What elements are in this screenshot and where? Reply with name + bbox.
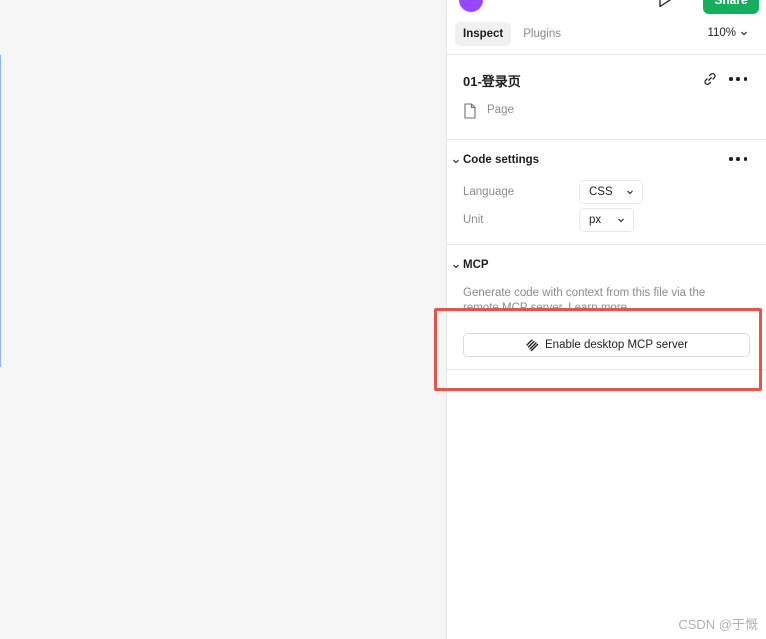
more-icon[interactable] bbox=[729, 152, 747, 166]
top-bar: Share bbox=[447, 0, 766, 14]
zoom-dropdown[interactable]: 110% bbox=[707, 27, 748, 39]
link-icon[interactable] bbox=[702, 71, 718, 87]
panel-tabs: Inspect Plugins bbox=[455, 22, 569, 46]
enable-mcp-server-label: Enable desktop MCP server bbox=[545, 339, 688, 351]
section-title-code-settings[interactable]: Code settings bbox=[463, 154, 539, 166]
chevron-down-icon bbox=[627, 190, 633, 195]
language-value: CSS bbox=[589, 186, 613, 198]
divider bbox=[447, 369, 766, 370]
watermark: CSDN @于慨 bbox=[678, 617, 758, 632]
unit-select[interactable]: px bbox=[579, 208, 634, 232]
avatar[interactable] bbox=[459, 0, 483, 12]
chevron-down-icon bbox=[741, 31, 747, 36]
tab-inspect[interactable]: Inspect bbox=[455, 22, 512, 46]
section-title-mcp[interactable]: MCP bbox=[463, 259, 489, 271]
canvas-area[interactable] bbox=[0, 0, 446, 639]
more-icon[interactable] bbox=[729, 72, 747, 86]
chevron-down-icon[interactable] bbox=[452, 262, 460, 270]
tab-plugins[interactable]: Plugins bbox=[515, 22, 569, 46]
page-icon bbox=[464, 103, 476, 119]
unit-label: Unit bbox=[463, 214, 484, 226]
mcp-description: Generate code with context from this fil… bbox=[463, 287, 706, 310]
play-icon[interactable] bbox=[657, 0, 673, 8]
unit-value: px bbox=[589, 214, 602, 226]
chevron-down-icon[interactable] bbox=[452, 157, 460, 165]
divider bbox=[447, 244, 766, 245]
figma-mcp-icon bbox=[526, 339, 539, 352]
enable-mcp-server-button[interactable]: Enable desktop MCP server bbox=[463, 333, 750, 357]
chevron-down-icon bbox=[618, 218, 624, 223]
divider bbox=[447, 139, 766, 140]
zoom-value: 110% bbox=[707, 27, 736, 39]
page-type-label: Page bbox=[487, 104, 514, 116]
inspect-panel: Share Inspect Plugins 110% 01-登录页 Page C… bbox=[446, 0, 766, 639]
selection-edge bbox=[0, 55, 1, 367]
share-button[interactable]: Share bbox=[703, 0, 759, 14]
file-title: 01-登录页 bbox=[463, 74, 521, 89]
language-select[interactable]: CSS bbox=[579, 180, 643, 204]
divider bbox=[447, 54, 766, 55]
language-label: Language bbox=[463, 186, 515, 198]
